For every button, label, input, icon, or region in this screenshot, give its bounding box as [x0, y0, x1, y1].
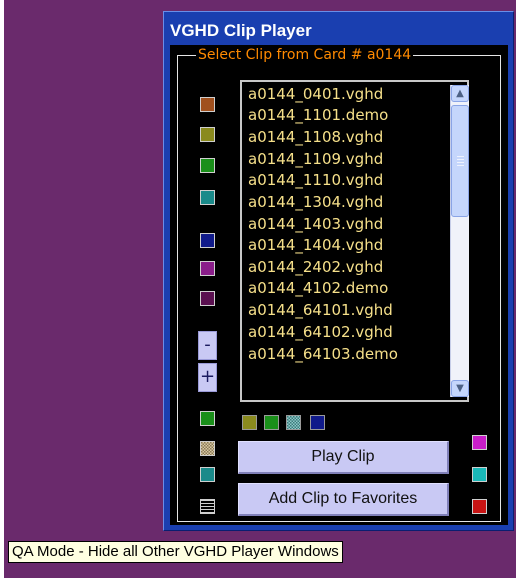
list-item[interactable]: a0144_1403.vghd	[248, 214, 383, 235]
list-item[interactable]: a0144_1108.vghd	[248, 127, 383, 148]
list-item[interactable]: a0144_64101.vghd	[248, 300, 393, 321]
swatch-purple[interactable]	[200, 261, 215, 276]
swatch-green[interactable]	[200, 158, 215, 173]
grip-line	[457, 165, 464, 166]
clip-panel: Select Clip from Card # a0144 - + a0144_…	[170, 45, 508, 525]
swatch-green-bottom[interactable]	[200, 411, 215, 426]
swatch-checker-tan[interactable]	[200, 441, 215, 456]
swatch-red[interactable]	[472, 499, 487, 514]
list-item[interactable]: a0144_1404.vghd	[248, 235, 383, 256]
swatch-olive-small[interactable]	[242, 415, 257, 430]
grip-line	[457, 162, 464, 163]
add-to-favorites-button[interactable]: Add Clip to Favorites	[238, 483, 449, 516]
group-label: Select Clip from Card # a0144	[196, 47, 414, 63]
list-item[interactable]: a0144_64102.vghd	[248, 322, 393, 343]
swatch-olive[interactable]	[200, 127, 215, 142]
swatch-brown[interactable]	[200, 97, 215, 112]
grip-line	[457, 159, 464, 160]
window-title: VGHD Clip Player	[170, 21, 312, 40]
list-item[interactable]: a0144_1110.vghd	[248, 170, 383, 191]
scroll-up-icon[interactable]: ▲	[451, 85, 469, 102]
list-item[interactable]: a0144_1101.demo	[248, 105, 388, 126]
swatch-teal-bottom[interactable]	[200, 467, 215, 482]
swatch-teal[interactable]	[200, 190, 215, 205]
list-item[interactable]: a0144_1304.vghd	[248, 192, 383, 213]
grid-pattern-icon[interactable]	[200, 499, 215, 514]
swatch-navy-small[interactable]	[310, 415, 325, 430]
swatch-navy[interactable]	[200, 233, 215, 248]
list-scrollbar[interactable]: ▲ ▼	[450, 85, 469, 397]
minus-button[interactable]: -	[198, 331, 217, 360]
swatch-cyan[interactable]	[472, 467, 487, 482]
scroll-thumb[interactable]	[451, 105, 469, 217]
list-item[interactable]: a0144_64103.demo	[248, 344, 398, 365]
left-edge-strip	[0, 0, 4, 578]
qa-mode-tooltip: QA Mode - Hide all Other VGHD Player Win…	[8, 541, 343, 563]
list-item[interactable]: a0144_4102.demo	[248, 278, 388, 299]
swatch-checker-cyan[interactable]	[286, 415, 301, 430]
clip-player-window: VGHD Clip Player Select Clip from Card #…	[163, 11, 514, 531]
list-item[interactable]: a0144_2402.vghd	[248, 257, 383, 278]
plus-button[interactable]: +	[198, 363, 217, 392]
swatch-magenta[interactable]	[472, 435, 487, 450]
swatch-plum[interactable]	[200, 291, 215, 306]
list-item[interactable]: a0144_1109.vghd	[248, 149, 383, 170]
clip-listbox[interactable]: a0144_0401.vghd a0144_1101.demo a0144_11…	[240, 80, 469, 402]
scroll-down-icon[interactable]: ▼	[451, 380, 469, 397]
grip-line	[457, 156, 464, 157]
swatch-green-small[interactable]	[264, 415, 279, 430]
play-clip-button[interactable]: Play Clip	[238, 441, 449, 474]
list-item[interactable]: a0144_0401.vghd	[248, 84, 383, 105]
